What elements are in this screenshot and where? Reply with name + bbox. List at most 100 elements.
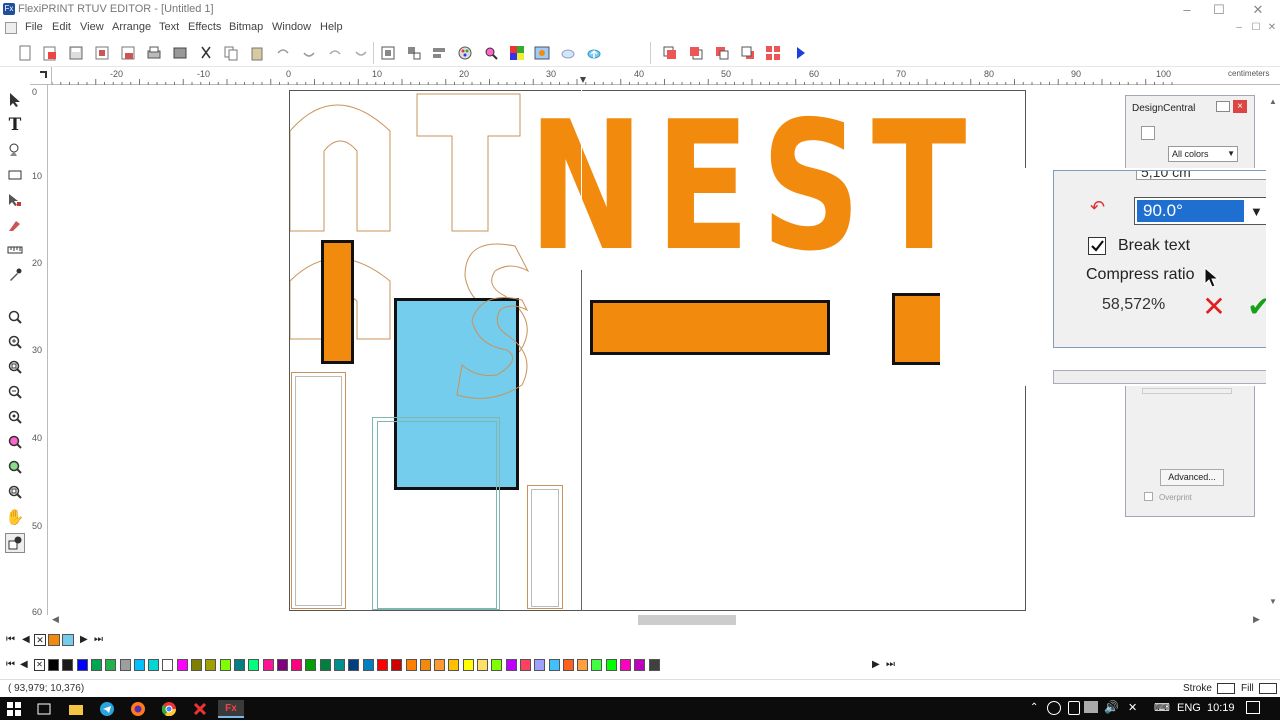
flexiprint-taskbar-icon[interactable]: Fx <box>218 700 244 718</box>
palette-swatch[interactable] <box>162 659 174 671</box>
panel-mode-icon[interactable] <box>1141 126 1155 140</box>
scroll-left-icon[interactable]: ◀ <box>52 614 59 625</box>
palette-swatch[interactable] <box>133 659 145 671</box>
palette-swatch[interactable] <box>519 659 531 671</box>
palette-swatch[interactable] <box>605 659 617 671</box>
stroke-swatch[interactable] <box>1217 683 1235 694</box>
palette-swatch[interactable] <box>105 659 117 671</box>
zoom-tool-icon[interactable] <box>481 43 501 63</box>
prev-page-icon[interactable]: ◀ <box>22 634 30 645</box>
clock[interactable]: 10:19 <box>1207 702 1235 714</box>
palette-swatch[interactable] <box>434 659 446 671</box>
zoom-page-icon[interactable] <box>5 357 25 377</box>
document-icon[interactable] <box>5 22 17 34</box>
palette-swatch[interactable] <box>505 659 517 671</box>
file-explorer-icon[interactable] <box>67 700 85 718</box>
cyan-page-swatch[interactable] <box>62 634 74 646</box>
palette-swatch[interactable] <box>291 659 303 671</box>
tray-display-icon[interactable] <box>1084 701 1098 713</box>
palette-swatch[interactable] <box>219 659 231 671</box>
palette-swatch[interactable] <box>76 659 88 671</box>
palette-swatch[interactable] <box>90 659 102 671</box>
orange-horizontal-bar[interactable] <box>590 300 830 355</box>
windows-start-icon[interactable] <box>5 700 23 718</box>
red-app-icon[interactable] <box>191 700 209 718</box>
palette-swatch[interactable] <box>462 659 474 671</box>
new-file-icon[interactable] <box>15 43 35 63</box>
mdi-restore-button[interactable]: ☐ <box>1249 21 1263 35</box>
mdi-close-button[interactable]: ✕ <box>1265 21 1279 35</box>
size-field-cropped[interactable]: 5,10 cm <box>1136 171 1276 180</box>
forward-one-icon[interactable] <box>712 43 732 63</box>
group-icon[interactable] <box>378 43 398 63</box>
play-arrow-icon[interactable] <box>790 43 810 63</box>
palette-swatch[interactable] <box>591 659 603 671</box>
zoom-icon[interactable] <box>5 307 25 327</box>
export-icon[interactable] <box>118 43 138 63</box>
menu-file[interactable]: File <box>25 21 43 33</box>
palette-swatch[interactable] <box>376 659 388 671</box>
horizontal-scrollbar[interactable]: ◀ ▶ <box>50 613 1265 627</box>
tray-shield-icon[interactable] <box>1068 701 1080 715</box>
to-back-icon[interactable] <box>686 43 706 63</box>
palette-swatch[interactable] <box>477 659 488 671</box>
first-page-icon[interactable]: ⏮ <box>6 634 15 645</box>
paste-icon[interactable] <box>247 43 267 63</box>
zoom-all-icon[interactable] <box>5 407 25 427</box>
palette-swatch[interactable] <box>562 659 574 671</box>
tray-sync-icon[interactable] <box>1047 701 1061 715</box>
palette-next-icon[interactable]: ▶ <box>872 659 880 670</box>
palette-swatch[interactable] <box>62 659 74 671</box>
tray-network-icon[interactable]: ✕ <box>1128 701 1137 714</box>
select-arrow-icon[interactable] <box>5 90 25 110</box>
back-one-icon[interactable] <box>738 43 758 63</box>
palette-swatch[interactable] <box>391 659 403 671</box>
palette-swatch[interactable] <box>262 659 274 671</box>
panel-close-icon[interactable]: × <box>1233 100 1247 113</box>
color-filter-select[interactable]: All colors ▼ <box>1168 146 1238 162</box>
palette-swatch[interactable] <box>491 659 503 671</box>
rotation-select[interactable]: 90.0° ▼ <box>1134 197 1272 225</box>
copy-icon[interactable] <box>221 43 241 63</box>
menu-bitmap[interactable]: Bitmap <box>229 21 263 33</box>
language-indicator[interactable]: ENG <box>1177 702 1201 714</box>
task-view-icon[interactable] <box>35 700 53 718</box>
print-icon[interactable] <box>144 43 164 63</box>
minimize-button[interactable]: – <box>1172 1 1202 18</box>
undo-icon[interactable] <box>273 43 293 63</box>
palette-first-icon[interactable]: ⏮ <box>6 659 15 670</box>
ruler-origin[interactable] <box>30 67 52 85</box>
rectangle-tool-icon[interactable] <box>5 165 25 185</box>
palette-swatch[interactable] <box>148 659 160 671</box>
no-fill-swatch[interactable]: ✕ <box>34 659 45 671</box>
fill-color-icon[interactable] <box>507 43 527 63</box>
telegram-icon[interactable] <box>98 700 116 718</box>
tray-expand-icon[interactable]: ⌃ <box>1030 702 1038 713</box>
palette-swatch[interactable] <box>620 659 631 671</box>
cancel-button[interactable]: ✕ <box>1198 291 1230 323</box>
palette-swatch[interactable] <box>419 659 431 671</box>
chrome-icon[interactable] <box>160 700 178 718</box>
tray-input-icon[interactable]: ⌨ <box>1154 701 1170 714</box>
break-text-checkbox[interactable] <box>1088 237 1106 255</box>
menu-view[interactable]: View <box>80 21 104 33</box>
palette-swatch[interactable] <box>648 659 660 671</box>
palette-swatch[interactable] <box>191 659 202 671</box>
scroll-right-icon[interactable]: ▶ <box>1253 614 1260 625</box>
next-page-icon[interactable]: ▶ <box>80 634 88 645</box>
palette-swatch[interactable] <box>276 659 288 671</box>
menu-help[interactable]: Help <box>320 21 343 33</box>
close-button[interactable]: ✕ <box>1243 1 1273 18</box>
cloud-sync-icon[interactable] <box>558 43 578 63</box>
import-icon[interactable] <box>92 43 112 63</box>
redo-icon[interactable] <box>299 43 319 63</box>
zoom-width-icon[interactable] <box>5 457 25 477</box>
align-icon[interactable] <box>429 43 449 63</box>
zoom-in-icon[interactable] <box>5 332 25 352</box>
orange-vertical-bar[interactable] <box>321 240 354 364</box>
no-color-swatch[interactable]: ✕ <box>34 634 46 646</box>
tray-volume-icon[interactable]: 🔊 <box>1104 700 1119 714</box>
menu-effects[interactable]: Effects <box>188 21 221 33</box>
palette-swatch[interactable] <box>534 659 546 671</box>
palette-prev-icon[interactable]: ◀ <box>20 659 28 670</box>
